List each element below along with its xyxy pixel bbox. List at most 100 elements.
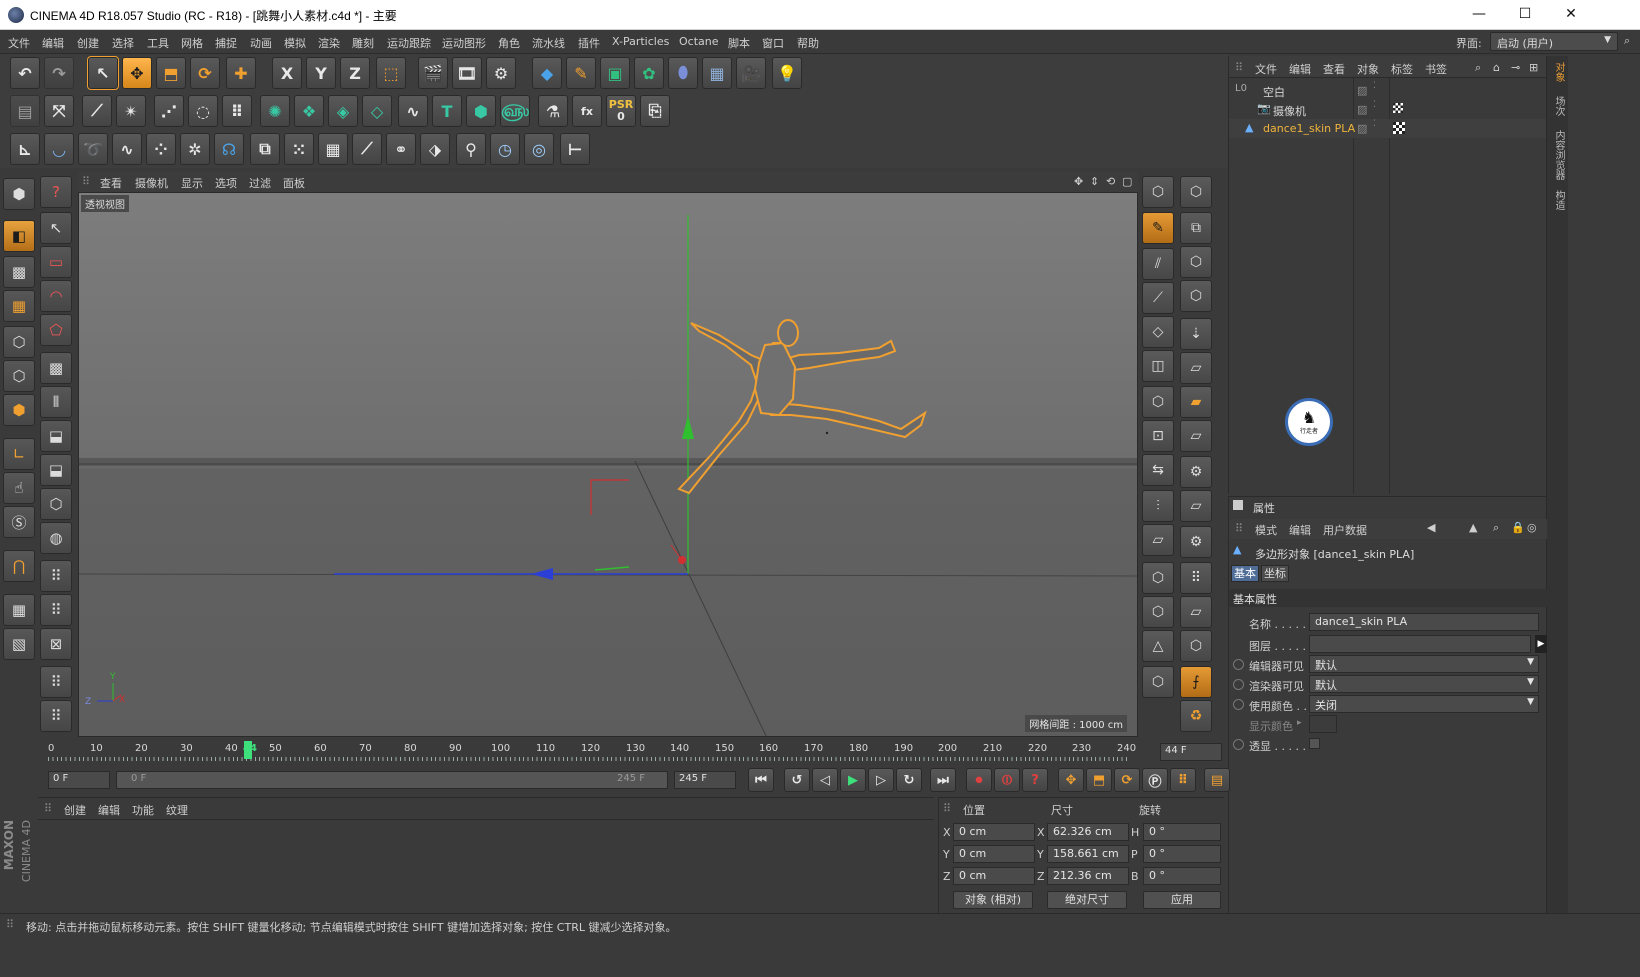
pan-view-icon[interactable]: ✥ [1074, 175, 1083, 188]
layer-field[interactable] [1309, 635, 1531, 653]
fracture-icon[interactable]: ⟋ [352, 133, 382, 165]
dots-grid-4-icon[interactable]: ⠿ [40, 700, 72, 732]
menu-plugins[interactable]: 插件 [578, 35, 600, 51]
expand-arrow-icon[interactable]: ▸ [1297, 718, 1302, 728]
edit-tag-icon[interactable]: ▨ [1357, 84, 1367, 97]
workplane-icon[interactable]: ▦ [3, 290, 35, 322]
om-menu-bookmarks[interactable]: 书签 [1425, 61, 1447, 77]
attr-menu-user-data[interactable]: 用户数据 [1323, 522, 1367, 538]
viewport-menu-camera[interactable]: 摄像机 [135, 175, 168, 191]
close-button[interactable]: ✕ [1548, 0, 1594, 30]
xp-settings-2-icon[interactable]: ⚙ [1180, 526, 1212, 558]
home-icon[interactable]: ⌂ [1493, 61, 1500, 74]
polygons-mode-icon[interactable]: ⬢ [3, 394, 35, 426]
yz-plane-handle[interactable] [594, 566, 630, 571]
key-rotation-icon[interactable]: ⟳ [1114, 768, 1140, 792]
xp-plane-3-icon[interactable]: ▱ [1180, 490, 1212, 522]
viewport-menu-options[interactable]: 选项 [215, 175, 237, 191]
object-row-camera[interactable]: 📷 摄像机 ▨ ⁚ [1229, 100, 1547, 119]
side-tab-takes[interactable]: 场次 [1550, 96, 1566, 116]
material-tag-icon[interactable] [1393, 122, 1405, 134]
camera-icon[interactable]: 🎥 [736, 57, 766, 89]
range-slider[interactable]: 0 F 245 F [116, 771, 668, 789]
menu-character[interactable]: 角色 [498, 35, 520, 51]
menu-sculpt[interactable]: 雕刻 [352, 35, 374, 51]
om-menu-tags[interactable]: 标签 [1391, 61, 1413, 77]
use-color-select[interactable]: 关闭 ▼ [1309, 695, 1539, 713]
xp-plane-4-icon[interactable]: ▱ [1180, 596, 1212, 628]
grid-array-icon[interactable]: ▦ [318, 133, 348, 165]
viewport-menu-view[interactable]: 查看 [100, 175, 122, 191]
menu-help[interactable]: 帮助 [797, 35, 819, 51]
link-icon[interactable]: ⊸ [1511, 61, 1520, 74]
name-field[interactable]: dance1_skin PLA [1309, 613, 1539, 631]
fx-emitter-icon[interactable]: fx [572, 95, 602, 127]
smooth-icon[interactable]: ⫽ [1142, 248, 1174, 280]
psr-button[interactable]: PSR 0 [606, 95, 636, 127]
radio-icon[interactable] [1233, 739, 1244, 750]
xp-physics-icon[interactable]: ∿ [398, 95, 428, 127]
menu-script[interactable]: 脚本 [728, 35, 750, 51]
xp-drop-icon[interactable]: ⇣ [1180, 318, 1212, 350]
pos-y-field[interactable]: 0 cm [953, 845, 1035, 863]
redo-icon[interactable]: ↷ [44, 57, 74, 89]
toggle-view-icon[interactable]: ▢ [1122, 175, 1132, 188]
xp-emitter-icon[interactable]: ⤧ [44, 95, 74, 127]
size-mode-select[interactable]: 绝对尺寸 [1047, 891, 1127, 909]
snapshot-icon[interactable]: ⎘ [640, 95, 670, 127]
radio-icon[interactable] [1233, 699, 1244, 710]
weld-icon[interactable]: ⊡ [1142, 420, 1174, 452]
prev-key-icon[interactable]: ↺ [784, 768, 810, 792]
maximize-button[interactable]: ☐ [1502, 0, 1548, 30]
xp-box-3-icon[interactable]: ⬡ [1180, 630, 1212, 662]
menu-mograph[interactable]: 运动图形 [442, 35, 486, 51]
side-tab-content-browser[interactable]: 内容浏览器 [1550, 130, 1566, 180]
y-axis-handle[interactable] [682, 415, 694, 439]
coordinate-mode-select[interactable]: 对象 (相对) [953, 891, 1033, 909]
slide-icon[interactable]: ⇆ [1142, 454, 1174, 486]
om-menu-file[interactable]: 文件 [1255, 61, 1277, 77]
dots-grid-icon[interactable]: ⠿ [40, 560, 72, 592]
y-axis-lock-button[interactable]: Y [306, 57, 336, 89]
lens-icon[interactable]: ⚲ [456, 133, 486, 165]
wave-icon[interactable]: ∿ [112, 133, 142, 165]
edit-tag-icon[interactable]: ▨ [1357, 103, 1367, 116]
xp-settings-icon[interactable]: ⚙ [1180, 456, 1212, 488]
auto-key-icon[interactable]: ⏼ [994, 768, 1020, 792]
current-frame-field[interactable]: 44 F [1160, 743, 1222, 761]
visibility-dots-icon[interactable]: ⁚ [1373, 100, 1376, 110]
xp-modifier-icon[interactable]: ✴ [116, 95, 146, 127]
coordinate-system-icon[interactable]: ⬚ [376, 57, 406, 89]
xp-cache-icon[interactable]: ⬡ [1180, 176, 1212, 208]
object-row-dancer[interactable]: ▲ dance1_skin PLA ▨ ⁚ [1229, 119, 1547, 138]
tab-coordinates[interactable]: 坐标 [1261, 565, 1289, 582]
render-settings-icon[interactable]: ⚙ [486, 57, 516, 89]
xp-cube-icon[interactable]: ◈ [328, 95, 358, 127]
rotate-view-icon[interactable]: ⟲ [1106, 175, 1115, 188]
python-icon[interactable]: ☊ [214, 133, 244, 165]
snap-magnet-icon[interactable]: ⋂ [3, 550, 35, 582]
menu-motion-tracking[interactable]: 运动跟踪 [387, 35, 431, 51]
recent-tool-icon[interactable]: ✚ [226, 57, 256, 89]
undo-icon[interactable]: ↶ [10, 57, 40, 89]
cube-edge-icon[interactable]: ⬡ [1142, 386, 1174, 418]
cloner-icon[interactable]: ✿ [634, 57, 664, 89]
cone-icon[interactable]: △ [1142, 630, 1174, 662]
make-editable-icon[interactable]: ⬢ [3, 178, 35, 210]
xp-spawn-icon[interactable]: ✺ [260, 95, 290, 127]
mat-menu-texture[interactable]: 纹理 [166, 802, 188, 818]
minimize-button[interactable]: — [1456, 0, 1502, 30]
texture-mode-icon[interactable]: ▩ [3, 256, 35, 288]
object-row-null[interactable]: L0 空白 ▨ ⁚ [1229, 81, 1547, 100]
quantize-icon[interactable]: ▧ [3, 628, 35, 660]
live-select-icon[interactable]: ↖ [40, 212, 72, 244]
rect-select-icon[interactable]: ▭ [40, 246, 72, 278]
text-tool[interactable]: T [432, 95, 462, 127]
subdivision-surface-icon[interactable]: ▣ [600, 57, 630, 89]
bowl-icon[interactable]: ◡ [44, 133, 74, 165]
display-color-swatch[interactable] [1309, 715, 1337, 733]
hierarchy-icon[interactable]: ⊢ [560, 133, 590, 165]
menu-file[interactable]: 文件 [8, 35, 30, 51]
menu-snap[interactable]: 捕捉 [215, 35, 237, 51]
menu-animate[interactable]: 动画 [250, 35, 272, 51]
